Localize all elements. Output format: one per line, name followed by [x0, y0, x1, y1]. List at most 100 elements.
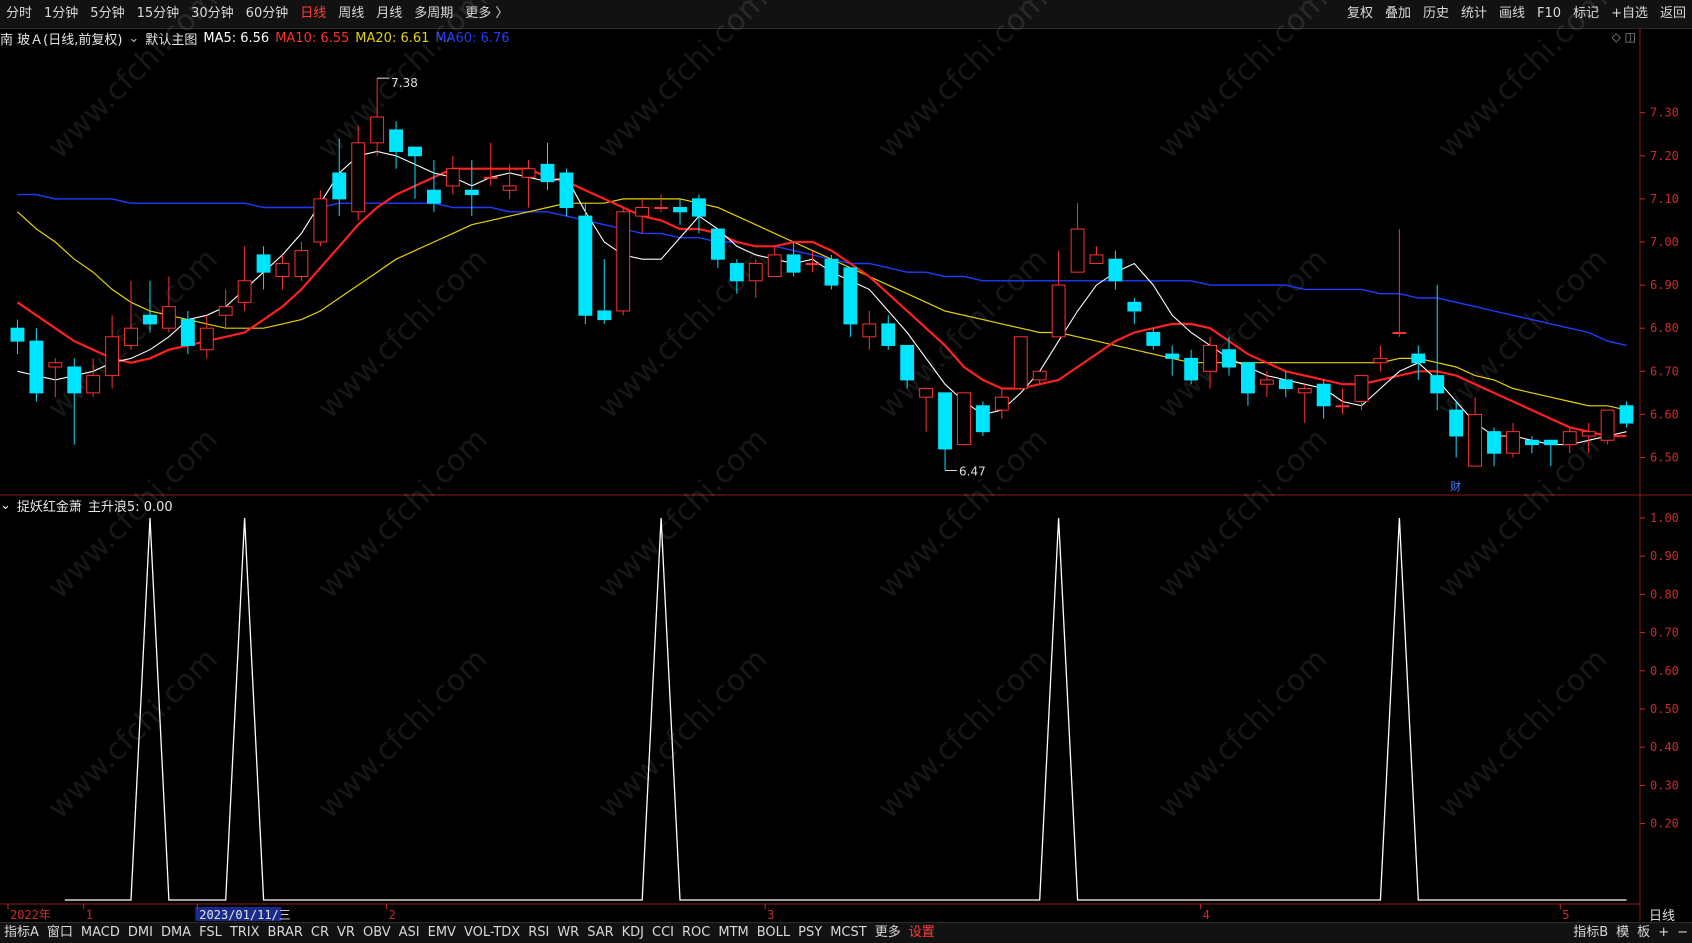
bottombar-items-14[interactable]: RSI — [524, 923, 553, 943]
bottombar-items-4[interactable]: DMA — [157, 923, 195, 943]
bottombar-items-20[interactable]: MTM — [714, 923, 752, 943]
bottombar-items-11[interactable]: ASI — [395, 923, 424, 943]
bottombar-items-7[interactable]: BRAR — [264, 923, 307, 943]
watermark-17: www.cfchi.com — [1431, 422, 1615, 606]
candle-body-3 — [67, 366, 82, 394]
candle-body-59 — [1127, 301, 1142, 312]
bottombar-items-18[interactable]: CCI — [648, 923, 678, 943]
annotation-label-1: 6.47 — [959, 464, 986, 478]
candle-body-17 — [332, 172, 347, 200]
watermark-3: www.cfchi.com — [871, 0, 1055, 166]
bottombar-items-17[interactable]: KDJ — [618, 923, 648, 943]
ind-ytick-2: 0.80 — [1650, 587, 1679, 601]
bottombar-items-13[interactable]: VOL-TDX — [460, 923, 524, 943]
candle-body-62 — [1184, 357, 1199, 381]
candle-body-23 — [445, 168, 460, 187]
candle-body-65 — [1240, 362, 1255, 394]
candle-body-25 — [483, 176, 498, 179]
bottombar-items-0[interactable]: 指标A — [0, 923, 43, 943]
bottombar-items-22[interactable]: PSY — [794, 923, 826, 943]
bottombar-items-23[interactable]: MCST — [826, 923, 871, 943]
watermark-21: www.cfchi.com — [871, 642, 1055, 826]
candle-body-63 — [1203, 344, 1218, 372]
candle-body-54 — [1032, 370, 1047, 381]
watermark-15: www.cfchi.com — [871, 422, 1055, 606]
candle-body-79 — [1506, 431, 1520, 454]
indicator-bar-right: 指标B 模板 + − — [1569, 923, 1692, 943]
candle-body-15 — [294, 250, 309, 277]
bottombar-items-24[interactable]: 更多 — [871, 923, 905, 943]
candle-body-81 — [1543, 439, 1558, 446]
ma10-line — [16, 167, 1627, 438]
watermark-22: www.cfchi.com — [1151, 642, 1335, 826]
chart-canvas[interactable]: www.cfchi.com www.cfchi.com www.cfchi.com w… — [0, 0, 1692, 942]
watermark-10: www.cfchi.com — [1151, 242, 1335, 426]
main-ytick-2: 7.10 — [1650, 192, 1679, 206]
bottombar-items-6[interactable]: TRIX — [226, 923, 264, 943]
bottombar-items-10[interactable]: OBV — [359, 923, 395, 943]
main-ytick-0: 7.30 — [1650, 106, 1679, 120]
watermark-16: www.cfchi.com — [1151, 422, 1335, 606]
xtick-5: 4 — [1203, 908, 1210, 922]
main-ytick-7: 6.60 — [1650, 407, 1679, 421]
indicator-line — [64, 517, 1627, 901]
candle-body-21 — [408, 146, 422, 157]
candle-body-7 — [143, 314, 157, 325]
main-ytick-6: 6.70 — [1650, 364, 1679, 378]
watermark-11: www.cfchi.com — [1431, 242, 1615, 426]
bottombar-items-21[interactable]: BOLL — [753, 923, 794, 943]
watermark-12: www.cfchi.com — [41, 422, 225, 606]
main-ytick-3: 7.00 — [1650, 235, 1679, 249]
bottombar-right_items-4[interactable]: − — [1673, 923, 1692, 943]
watermark-19: www.cfchi.com — [311, 642, 495, 826]
bottombar-items-15[interactable]: WR — [553, 923, 583, 943]
xtick-1: 1 — [86, 908, 93, 922]
candle-body-27 — [521, 168, 536, 178]
candle-body-82 — [1562, 431, 1577, 446]
bottombar-items-1[interactable]: 窗口 — [43, 923, 77, 943]
candle-body-71 — [1354, 375, 1369, 402]
candle-body-42 — [805, 263, 820, 266]
bottombar-items-19[interactable]: ROC — [678, 923, 714, 943]
candle-body-0 — [10, 327, 25, 342]
ind-ytick-3: 0.70 — [1650, 626, 1679, 640]
candle-body-53 — [1013, 336, 1028, 390]
bottombar-items-2[interactable]: MACD — [77, 923, 124, 943]
bottombar-right_items-2[interactable]: 板 — [1633, 923, 1654, 943]
main-ytick-8: 6.50 — [1650, 451, 1679, 465]
watermark-18: www.cfchi.com — [41, 642, 225, 826]
bottombar-items-25[interactable]: 设置 — [905, 923, 939, 943]
bottombar-items-8[interactable]: CR — [307, 923, 333, 943]
bottombar-items-3[interactable]: DMI — [124, 923, 157, 943]
watermark-7: www.cfchi.com — [311, 242, 495, 426]
watermark-14: www.cfchi.com — [591, 422, 775, 606]
bottombar-right_items-1[interactable]: 模 — [1612, 923, 1633, 943]
candle-body-78 — [1487, 431, 1501, 454]
candle-body-11 — [218, 306, 233, 316]
candle-body-70 — [1335, 405, 1350, 408]
watermark-20: www.cfchi.com — [591, 642, 775, 826]
bottombar-items-12[interactable]: EMV — [424, 923, 460, 943]
bottombar-items-9[interactable]: VR — [333, 923, 359, 943]
candle-body-29 — [559, 172, 574, 208]
candle-body-68 — [1297, 388, 1312, 394]
candle-body-39 — [748, 263, 763, 282]
watermark-0: www.cfchi.com — [41, 0, 225, 166]
candle-body-19 — [370, 116, 385, 144]
bottombar-right_items-3[interactable]: + — [1654, 923, 1673, 943]
watermark-13: www.cfchi.com — [311, 422, 495, 606]
main-ytick-4: 6.90 — [1650, 278, 1679, 292]
ind-ytick-8: 0.20 — [1650, 817, 1679, 831]
bottombar-items-5[interactable]: FSL — [195, 923, 226, 943]
candle-body-74 — [1411, 353, 1426, 364]
candle-body-28 — [540, 163, 555, 183]
candle-body-35 — [673, 206, 687, 213]
ind-ytick-7: 0.30 — [1650, 778, 1679, 792]
bottombar-right_items-0[interactable]: 指标B — [1569, 923, 1612, 943]
candle-body-47 — [900, 344, 915, 381]
candle-body-84 — [1600, 409, 1615, 441]
candle-body-55 — [1051, 284, 1066, 338]
bottombar-items-16[interactable]: SAR — [583, 923, 617, 943]
candle-body-58 — [1108, 258, 1123, 282]
candle-body-76 — [1449, 409, 1464, 437]
